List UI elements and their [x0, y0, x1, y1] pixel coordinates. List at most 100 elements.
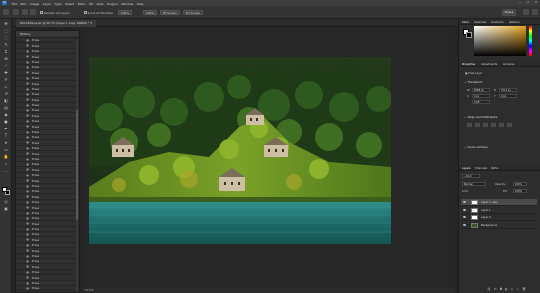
h-field[interactable]: 3712 px — [499, 88, 517, 92]
x-field[interactable]: 0 px — [472, 94, 490, 98]
fill-field[interactable]: 100% — [513, 189, 527, 193]
path-select-icon[interactable]: ➤ — [3, 140, 9, 145]
tab-layers[interactable]: Layers — [462, 167, 471, 170]
align-center-icon[interactable] — [475, 123, 480, 127]
menu-view[interactable]: View — [96, 2, 103, 6]
zoom-tool-side-icon[interactable]: ⌕ — [3, 161, 9, 166]
layer-row[interactable]: Background — [461, 222, 537, 229]
menu-file[interactable]: File — [12, 2, 17, 6]
tab-libraries[interactable]: Libraries — [503, 63, 514, 66]
align-right-icon[interactable] — [483, 123, 488, 127]
menu-window[interactable]: Window — [121, 2, 133, 6]
scrubby-zoom[interactable]: 100% — [118, 9, 132, 15]
document-canvas-image[interactable] — [89, 57, 391, 244]
color-picker-field[interactable] — [474, 26, 526, 56]
eye-icon[interactable] — [463, 223, 466, 226]
shape-tool-icon[interactable]: ▭ — [3, 147, 9, 152]
tab-gradients[interactable]: Gradients — [491, 21, 504, 24]
sample-all-layers[interactable]: Sample: All Layers — [40, 11, 70, 15]
align-section[interactable]: ⌄ Align and Distribute — [464, 115, 497, 119]
scroll-all-windows[interactable]: Scroll All Windows — [84, 11, 113, 15]
fit-screen-button[interactable]: Fit Screen — [160, 9, 180, 15]
quick-mask-icon[interactable]: ◎ — [3, 199, 9, 204]
menu-filter[interactable]: Filter — [78, 2, 85, 6]
fx-icon[interactable]: fx — [494, 287, 497, 291]
zoom-percent-button[interactable]: 100% — [143, 9, 157, 15]
tab-color[interactable]: Color — [462, 21, 469, 24]
layer-row[interactable]: Layer 2 — [461, 214, 537, 221]
adjustment-icon[interactable]: ◐ — [505, 287, 508, 291]
gradient-tool-icon[interactable]: ▤ — [3, 105, 9, 110]
group-icon[interactable]: ▭ — [511, 287, 514, 291]
foreground-color-swatch[interactable] — [2, 187, 7, 192]
quick-actions-section[interactable]: ⌄ Quick Actions — [464, 145, 488, 149]
minimize-button[interactable]: — — [518, 0, 522, 5]
layer-row[interactable]: Layer 1 copy — [461, 199, 537, 206]
eraser-tool-icon[interactable]: ◧ — [3, 98, 9, 103]
menu-layer[interactable]: Layer — [43, 2, 51, 6]
history-row[interactable]: Erase — [16, 286, 76, 292]
menu-edit[interactable]: Edit — [21, 2, 27, 6]
sample-checkbox[interactable] — [40, 11, 43, 14]
more-tools-icon[interactable]: … — [3, 168, 9, 173]
transform-section[interactable]: ⌄ Transform — [464, 80, 482, 84]
frame-tool-icon[interactable]: ⊠ — [3, 56, 9, 61]
hand-tool-icon[interactable]: ✋ — [3, 154, 9, 159]
menu-plugins[interactable]: Plugins — [107, 2, 118, 6]
home-icon[interactable] — [3, 9, 9, 15]
search-icon[interactable] — [523, 9, 529, 15]
brush-tool-icon[interactable]: ✐ — [3, 77, 9, 82]
pen-tool-icon[interactable]: ✒ — [3, 126, 9, 131]
angle-field[interactable]: 0.00° — [472, 100, 490, 104]
eye-icon[interactable] — [463, 208, 466, 211]
marquee-tool-icon[interactable]: ⬚ — [3, 28, 9, 33]
history-scroll-thumb[interactable] — [75, 110, 78, 220]
tab-paths[interactable]: Paths — [491, 167, 498, 170]
screen-mode-icon[interactable]: ▣ — [3, 206, 9, 211]
clone-stamp-icon[interactable]: ⊥ — [3, 84, 9, 89]
mask-icon[interactable]: ◘ — [500, 287, 502, 291]
share-button[interactable]: Share — [502, 9, 516, 16]
tab-channels[interactable]: Channels — [475, 167, 487, 170]
tab-patterns[interactable]: Patterns — [509, 21, 520, 24]
menu-3d[interactable]: 3D — [89, 2, 93, 6]
dodge-tool-icon[interactable]: ● — [3, 119, 9, 124]
workspace-icon[interactable] — [532, 9, 538, 15]
align-left-icon[interactable] — [467, 123, 472, 127]
history-scrollbar[interactable] — [75, 40, 78, 292]
menu-type[interactable]: Type — [55, 2, 62, 6]
trash-icon[interactable]: 🗑 — [522, 287, 526, 291]
hue-slider[interactable] — [529, 26, 532, 56]
align-middle-icon[interactable] — [499, 123, 504, 127]
maximize-button[interactable]: ▢ — [526, 0, 530, 5]
lasso-tool-icon[interactable]: ◌ — [3, 35, 9, 40]
close-button[interactable]: ✕ — [534, 0, 538, 5]
layer-kind-filter[interactable]: ⌕ Kind — [462, 174, 480, 178]
zoom-out-icon[interactable] — [30, 9, 36, 15]
menu-help[interactable]: Help — [137, 2, 144, 6]
y-field[interactable]: 0 px — [499, 94, 517, 98]
tab-swatches[interactable]: Swatches — [474, 21, 486, 24]
color-bg-swatch[interactable] — [466, 32, 472, 38]
history-brush-icon[interactable]: ↺ — [3, 91, 9, 96]
tab-properties[interactable]: Properties — [462, 63, 475, 66]
eyedropper-icon[interactable]: ⟋ — [3, 63, 9, 68]
scroll-checkbox[interactable] — [84, 11, 87, 14]
move-tool-icon[interactable]: ✥ — [3, 21, 9, 26]
fill-screen-button[interactable]: Fill Screen — [183, 9, 204, 15]
type-tool-icon[interactable]: T — [3, 133, 9, 138]
eye-icon[interactable] — [463, 201, 466, 204]
document-tab[interactable]: DSC3499-Layer @ 16.7% (Layer 1 copy, RGB… — [16, 20, 97, 27]
quick-select-icon[interactable]: ✎ — [3, 42, 9, 47]
w-field[interactable]: 5568 px — [472, 88, 490, 92]
opacity-field[interactable]: 100% — [513, 182, 527, 186]
menu-select[interactable]: Select — [65, 2, 74, 6]
align-bottom-icon[interactable] — [507, 123, 512, 127]
layer-row[interactable]: Layer 1 — [461, 207, 537, 214]
menu-image[interactable]: Image — [30, 2, 39, 6]
new-layer-icon[interactable]: + — [517, 287, 520, 291]
blur-tool-icon[interactable]: ◆ — [3, 112, 9, 117]
link-icon[interactable]: ⛓ — [487, 287, 491, 291]
crop-tool-icon[interactable]: ⌗ — [3, 49, 9, 54]
tab-adjustments[interactable]: Adjustments — [481, 63, 497, 66]
